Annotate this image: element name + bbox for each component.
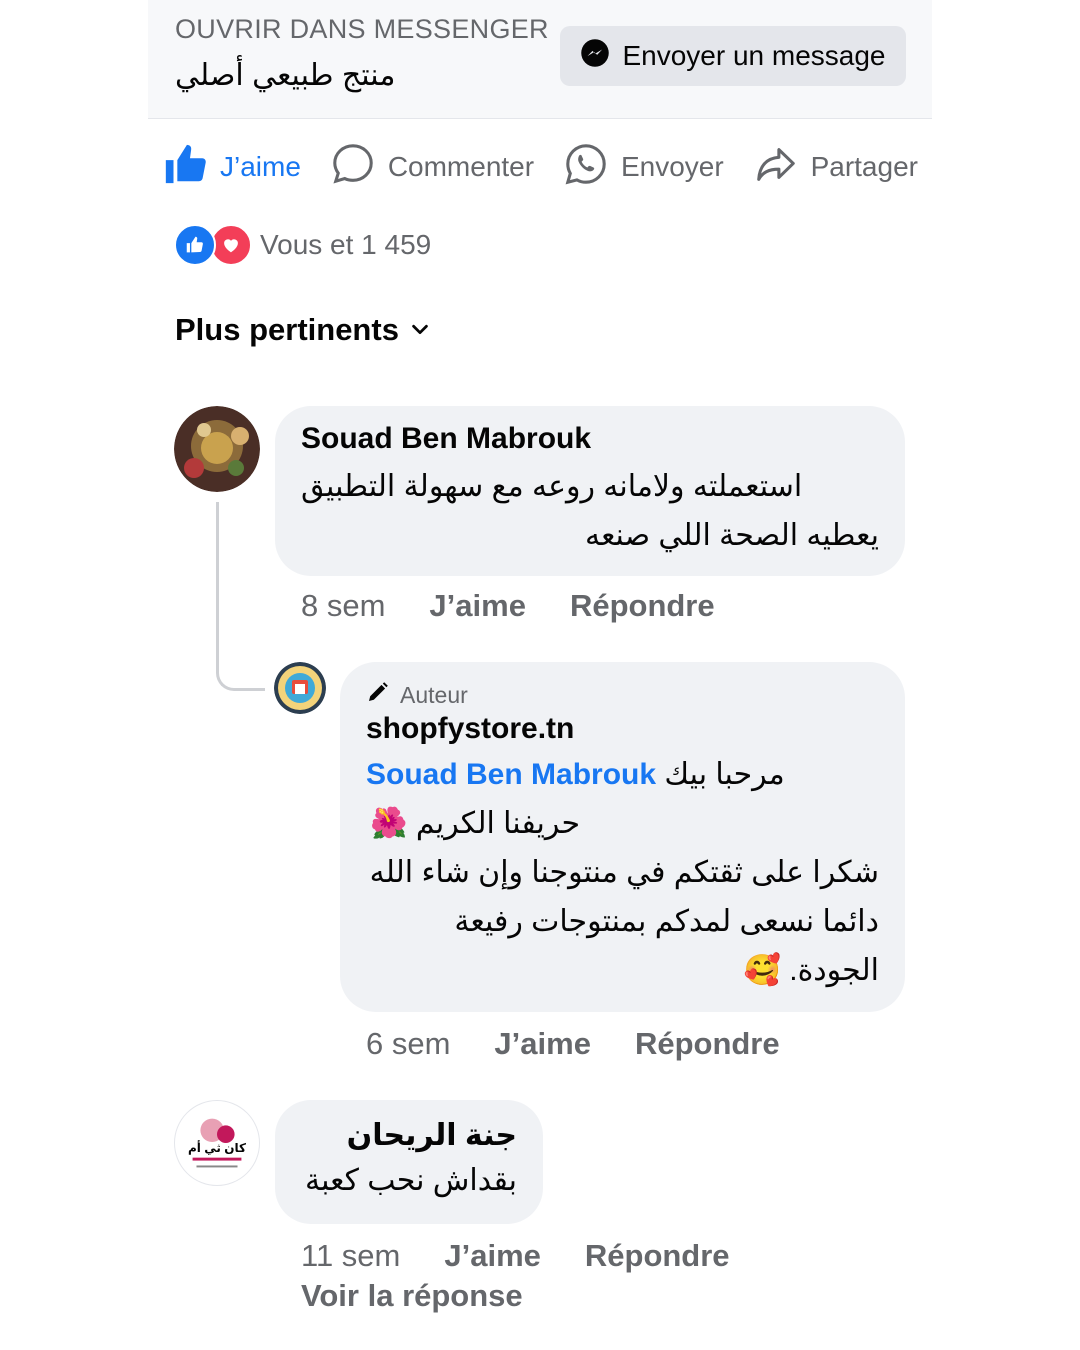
open-in-messenger-label[interactable]: OUVRIR DANS MESSENGER [175,14,549,45]
post-action-bar: J’aime Commenter Envoyer Partager [148,132,932,202]
reply-greeting: مرحبا بيك [664,758,785,791]
reply-line: دائما نسعى لمدكم بمنتوجات رفيعة [454,905,879,938]
page-avatar[interactable] [274,662,326,714]
thumbs-up-icon [162,141,208,194]
reply-line: الجودة. 🥰 [743,954,879,987]
mention-link[interactable]: Souad Ben Mabrouk [366,758,656,791]
reply-meta: 6 sem J’aime Répondre [366,1026,824,1062]
product-name: منتج طبيعي أصلي [175,59,396,92]
send-label: Envoyer [620,151,724,182]
comment-reply-button[interactable]: Répondre [570,588,715,624]
author-badge: Auteur [366,680,879,710]
share-button[interactable]: Partager [753,141,918,194]
comment-meta: 8 sem J’aime Répondre [301,588,759,624]
comment-text: استعملته ولامانه روعه مع سهولة التطبيق [301,462,879,511]
reply-line: شكرا على ثقتكم في منتوجنا وإن شاء الله [369,856,879,889]
like-button[interactable]: J’aime [162,141,301,194]
comment-text: يعطيه الصحة اللي صنعه [301,511,879,560]
sort-label: Plus pertinents [175,312,399,347]
reply-first-line: Souad Ben Mabrouk مرحبا بيك [366,750,879,799]
love-reaction-icon [210,224,252,266]
comment-like-button[interactable]: J’aime [444,1238,541,1274]
share-arrow-icon [753,141,799,194]
reply-time[interactable]: 6 sem [366,1026,450,1062]
comment-author[interactable]: Souad Ben Mabrouk [301,422,879,456]
messenger-banner: OUVRIR DANS MESSENGER منتج طبيعي أصلي En… [148,0,932,119]
author-badge-label: Auteur [400,681,468,708]
send-message-label: Envoyer un message [622,40,886,71]
comment-sort-dropdown[interactable]: Plus pertinents [175,312,431,348]
messenger-icon [580,38,610,75]
comment-time[interactable]: 11 sem [301,1238,400,1274]
reply-thread-connector [216,502,265,691]
reply-bubble: Auteur shopfystore.tn Souad Ben Mabrouk … [340,662,905,1012]
comment-line: استعملته ولامانه روعه مع سهولة التطبيق [301,470,803,503]
whatsapp-send-button[interactable]: Envoyer [563,141,724,194]
reply-author[interactable]: shopfystore.tn [366,712,879,746]
like-reaction-icon [174,224,216,266]
comment-line: بقداش نحب كعبة [305,1164,517,1197]
whatsapp-icon [563,141,609,194]
avatar[interactable]: كان ثي أم [174,1100,260,1186]
comment-time[interactable]: 8 sem [301,588,385,624]
reactions-summary[interactable]: Vous et 1 459 [174,224,431,266]
like-label: J’aime [220,151,301,182]
comment-like-button[interactable]: J’aime [429,588,526,624]
comment-bubble: جنة الريحان بقداش نحب كعبة [275,1100,543,1224]
comment-label: Commenter [387,151,535,182]
send-message-button[interactable]: Envoyer un message [560,26,906,86]
see-reply-link[interactable]: Voir la réponse [301,1278,523,1314]
speech-bubble-icon [330,141,376,194]
reply-reply-button[interactable]: Répondre [635,1026,780,1062]
comment-button[interactable]: Commenter [330,141,534,194]
pencil-icon [366,680,390,710]
comment-reply-button[interactable]: Répondre [585,1238,730,1274]
reactions-count: Vous et 1 459 [260,229,432,260]
reply-line: حريفنا الكريم 🌺 [370,807,580,840]
avatar[interactable] [174,406,260,492]
comment-meta: 11 sem J’aime Répondre [301,1238,774,1274]
share-label: Partager [810,151,918,182]
chevron-down-icon [409,312,431,348]
post-comments-view: OUVRIR DANS MESSENGER منتج طبيعي أصلي En… [148,0,932,1350]
avatar-caption: كان ثي أم [188,1141,246,1155]
comment-bubble: Souad Ben Mabrouk استعملته ولامانه روعه … [275,406,905,576]
reply-like-button[interactable]: J’aime [494,1026,591,1062]
comment-author[interactable]: جنة الريحان [301,1116,517,1156]
comment-line: يعطيه الصحة اللي صنعه [584,519,879,552]
